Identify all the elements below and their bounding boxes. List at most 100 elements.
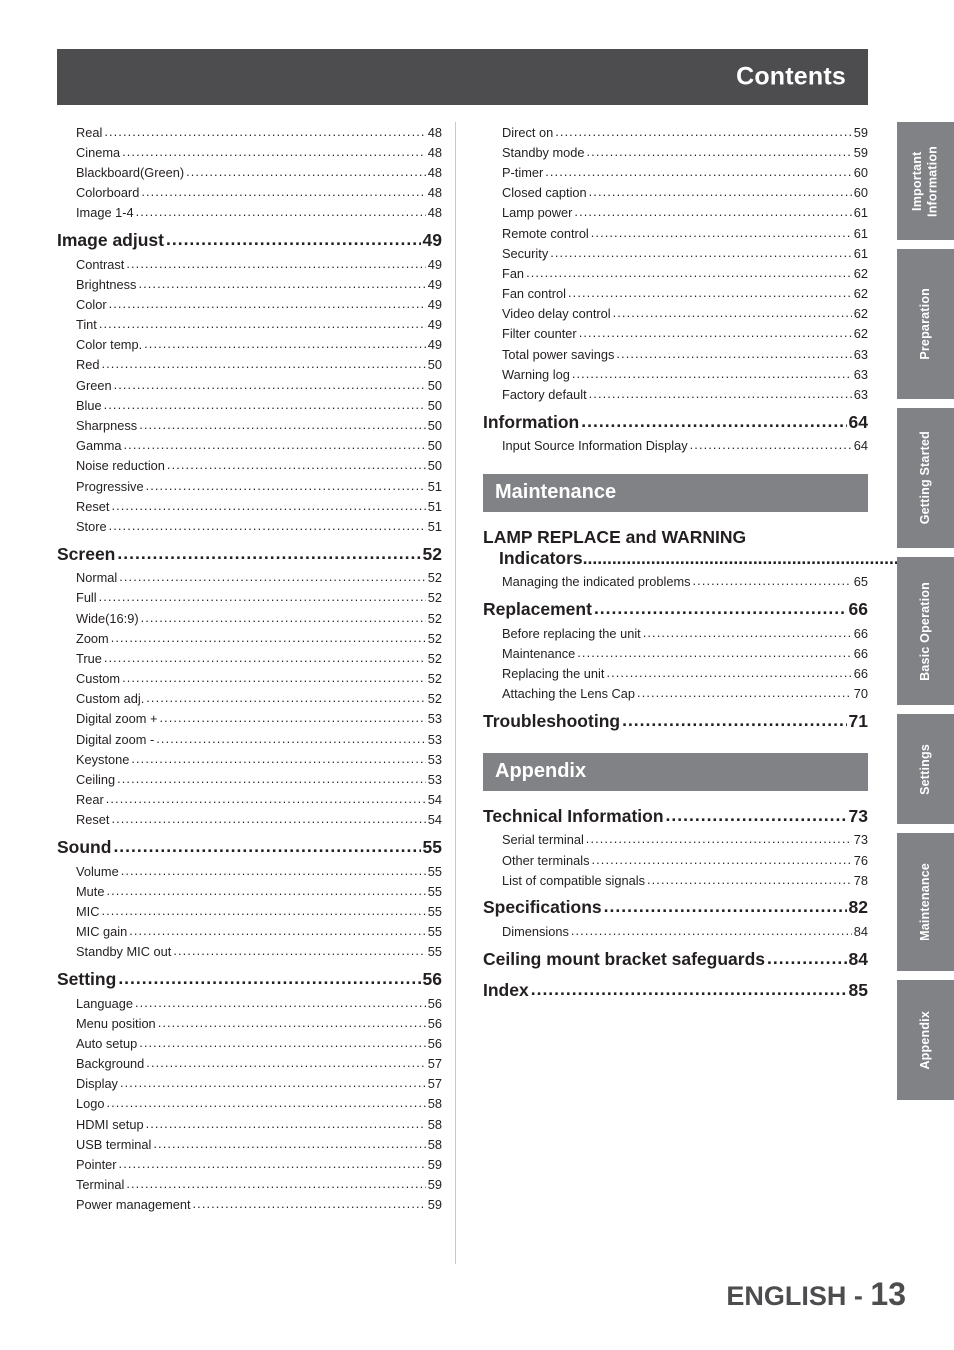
- toc-entry-heading[interactable]: Technical Information...................…: [483, 799, 868, 830]
- toc-entry[interactable]: Replacing the unit......................…: [483, 663, 868, 683]
- toc-entry[interactable]: Menu position...........................…: [57, 1013, 442, 1033]
- toc-entry[interactable]: Ceiling.................................…: [57, 769, 442, 789]
- toc-entry[interactable]: Color temp..............................…: [57, 335, 442, 355]
- toc-entry[interactable]: Keystone................................…: [57, 749, 442, 769]
- toc-entry[interactable]: Noise reduction.........................…: [57, 456, 442, 476]
- toc-page-number: 50: [427, 397, 442, 413]
- toc-entry[interactable]: Terminal................................…: [57, 1175, 442, 1195]
- toc-entry[interactable]: Full ...................................…: [57, 588, 442, 608]
- side-tab-important-information[interactable]: Important Information: [897, 122, 954, 240]
- leader-dots: ........................................…: [577, 644, 852, 660]
- toc-entry[interactable]: Red ....................................…: [57, 355, 442, 375]
- toc-entry[interactable]: MIC.....................................…: [57, 901, 442, 921]
- toc-entry[interactable]: Contrast................................…: [57, 254, 442, 274]
- toc-entry-heading[interactable]: Replacement.............................…: [483, 592, 868, 623]
- toc-entry-heading[interactable]: Specifications..........................…: [483, 890, 868, 921]
- toc-entry-label: Factory default: [502, 387, 587, 403]
- toc-entry[interactable]: Video delay control.....................…: [483, 304, 868, 324]
- toc-entry[interactable]: Progressive.............................…: [57, 476, 442, 496]
- toc-entry[interactable]: Reset...................................…: [57, 496, 442, 516]
- side-tab-settings[interactable]: Settings: [897, 714, 954, 824]
- toc-entry[interactable]: Language................................…: [57, 993, 442, 1013]
- leader-dots: ........................................…: [118, 967, 420, 988]
- toc-entry-heading[interactable]: Ceiling mount bracket safeguards........…: [483, 942, 868, 973]
- toc-entry[interactable]: Wide(16:9)..............................…: [57, 608, 442, 628]
- toc-entry[interactable]: Colorboard..............................…: [57, 183, 442, 203]
- toc-entry[interactable]: Normal..................................…: [57, 568, 442, 588]
- toc-entry[interactable]: List of compatible signals..............…: [483, 870, 868, 890]
- toc-entry[interactable]: Brightness..............................…: [57, 274, 442, 294]
- toc-entry[interactable]: Attaching the Lens Cap..................…: [483, 684, 868, 704]
- toc-entry[interactable]: Green...................................…: [57, 375, 442, 395]
- toc-entry-label: Colorboard: [76, 185, 140, 201]
- toc-entry[interactable]: Closed caption..........................…: [483, 183, 868, 203]
- toc-entry[interactable]: Image 1-4...............................…: [57, 203, 442, 223]
- toc-entry[interactable]: Fan ....................................…: [483, 263, 868, 283]
- toc-entry[interactable]: Blackboard(Green).......................…: [57, 162, 442, 182]
- toc-entry-heading[interactable]: Image adjust............................…: [57, 223, 442, 254]
- toc-entry-heading[interactable]: Sound...................................…: [57, 830, 442, 861]
- side-tab-basic-operation[interactable]: Basic Operation: [897, 557, 954, 705]
- toc-page-number: 85: [848, 979, 868, 1000]
- toc-entry[interactable]: P-timer.................................…: [483, 162, 868, 182]
- toc-entry[interactable]: Digital zoom +..........................…: [57, 709, 442, 729]
- toc-entry-text: Indicators: [499, 547, 583, 568]
- toc-entry[interactable]: Filter counter..........................…: [483, 324, 868, 344]
- toc-entry[interactable]: Direct on...............................…: [483, 122, 868, 142]
- side-tab-getting-started[interactable]: Getting Started: [897, 408, 954, 548]
- toc-entry[interactable]: Color...................................…: [57, 294, 442, 314]
- toc-entry[interactable]: Power management........................…: [57, 1195, 442, 1215]
- toc-entry[interactable]: MIC gain................................…: [57, 922, 442, 942]
- toc-entry[interactable]: True ...................................…: [57, 648, 442, 668]
- toc-entry[interactable]: Standby mode............................…: [483, 142, 868, 162]
- toc-entry[interactable]: Before replacing the unit...............…: [483, 623, 868, 643]
- toc-entry[interactable]: Volume..................................…: [57, 861, 442, 881]
- toc-entry-heading[interactable]: Setting.................................…: [57, 962, 442, 993]
- toc-entry[interactable]: Auto setup..............................…: [57, 1033, 442, 1053]
- toc-entry[interactable]: HDMI setup..............................…: [57, 1114, 442, 1134]
- toc-entry[interactable]: Lamp power..............................…: [483, 203, 868, 223]
- toc-entry[interactable]: Background..............................…: [57, 1054, 442, 1074]
- side-tab-preparation[interactable]: Preparation: [897, 249, 954, 399]
- toc-entry[interactable]: Display.................................…: [57, 1074, 442, 1094]
- toc-entry[interactable]: Zoom....................................…: [57, 628, 442, 648]
- toc-entry[interactable]: Store...................................…: [57, 516, 442, 536]
- side-tab-appendix[interactable]: Appendix: [897, 980, 954, 1100]
- toc-entry[interactable]: Dimensions..............................…: [483, 921, 868, 941]
- toc-entry[interactable]: Custom adj..............................…: [57, 689, 442, 709]
- toc-entry-heading[interactable]: Index...................................…: [483, 973, 868, 1004]
- toc-entry[interactable]: Reset...................................…: [57, 810, 442, 830]
- toc-entry[interactable]: Maintenance.............................…: [483, 643, 868, 663]
- toc-entry[interactable]: USB terminal............................…: [57, 1134, 442, 1154]
- toc-entry[interactable]: Serial terminal.........................…: [483, 830, 868, 850]
- toc-entry-heading[interactable]: Information.............................…: [483, 405, 868, 436]
- toc-entry[interactable]: Warning log.............................…: [483, 364, 868, 384]
- toc-entry[interactable]: Other terminals.........................…: [483, 850, 868, 870]
- toc-entry[interactable]: Fan control.............................…: [483, 284, 868, 304]
- toc-entry[interactable]: Mute....................................…: [57, 881, 442, 901]
- toc-entry-heading[interactable]: Troubleshooting.........................…: [483, 704, 868, 735]
- toc-entry-label: Information: [483, 411, 580, 432]
- toc-entry-heading[interactable]: Screen..................................…: [57, 537, 442, 568]
- toc-entry[interactable]: Input Source Information Display .......…: [483, 436, 868, 456]
- toc-entry[interactable]: Sharpness...............................…: [57, 415, 442, 435]
- toc-entry[interactable]: Tint ...................................…: [57, 315, 442, 335]
- toc-entry[interactable]: Pointer.................................…: [57, 1154, 442, 1174]
- toc-entry[interactable]: Factory default.........................…: [483, 384, 868, 404]
- toc-entry[interactable]: Logo....................................…: [57, 1094, 442, 1114]
- toc-entry[interactable]: Real....................................…: [57, 122, 442, 142]
- toc-entry[interactable]: Blue ...................................…: [57, 395, 442, 415]
- side-tab-maintenance[interactable]: Maintenance: [897, 833, 954, 971]
- toc-entry[interactable]: Custom..................................…: [57, 669, 442, 689]
- toc-entry[interactable]: Security................................…: [483, 243, 868, 263]
- toc-entry[interactable]: Standby MIC out.........................…: [57, 942, 442, 962]
- toc-entry[interactable]: Total power savings.....................…: [483, 344, 868, 364]
- toc-entry[interactable]: Managing the indicated problems.........…: [483, 572, 868, 592]
- toc-entry[interactable]: Rear....................................…: [57, 790, 442, 810]
- toc-entry[interactable]: Remote control..........................…: [483, 223, 868, 243]
- toc-entry[interactable]: Gamma...................................…: [57, 436, 442, 456]
- toc-entry[interactable]: Digital zoom - .........................…: [57, 729, 442, 749]
- leader-dots: ........................................…: [111, 497, 425, 513]
- toc-entry-heading[interactable]: LAMP REPLACE and WARNING Indicators......…: [483, 520, 954, 572]
- toc-entry[interactable]: Cinema..................................…: [57, 142, 442, 162]
